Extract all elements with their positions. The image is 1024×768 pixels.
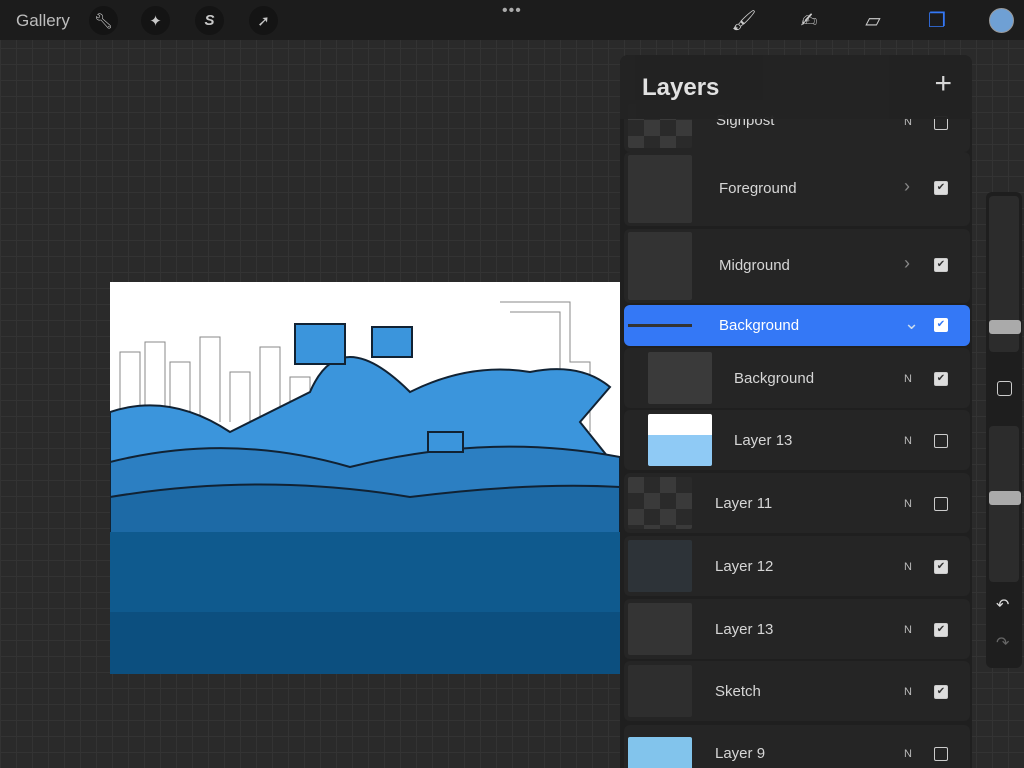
layer-thumbnail [628, 665, 692, 717]
layers-title: Layers [642, 74, 720, 101]
layer-thumbnail [648, 414, 712, 466]
layer-thumbnail [628, 540, 692, 592]
layer-row-layer-13b[interactable]: Layer 13 N ✔ [624, 599, 970, 659]
layer-thumbnail [628, 477, 692, 529]
opacity-handle[interactable] [989, 491, 1021, 505]
blend-mode[interactable]: N [904, 561, 912, 573]
opacity-slider[interactable] [989, 426, 1021, 582]
layer-name: Background [719, 317, 800, 334]
brush-size-slider[interactable] [989, 196, 1021, 352]
layer-group-midground[interactable]: Midground › ✔ [624, 229, 970, 303]
layer-name: Background [734, 370, 815, 387]
blend-mode[interactable]: N [904, 748, 912, 760]
chevron-right-icon[interactable]: › [904, 176, 910, 197]
layer-row-background[interactable]: Background N ✔ [624, 348, 970, 408]
layer-name: Layer 13 [715, 621, 774, 638]
layer-row-layer-9[interactable]: Layer 9 N [624, 725, 970, 768]
visibility-checkbox[interactable]: ✔ [934, 560, 948, 574]
layer-group-background-selected[interactable]: Background ⌄ ✔ [624, 305, 970, 346]
layer-thumbnail [628, 232, 692, 300]
layer-name: Layer 13 [734, 432, 793, 449]
layers-header: Layers + [620, 55, 972, 119]
layer-row-layer-12[interactable]: Layer 12 N ✔ [624, 536, 970, 596]
layer-name: Midground [719, 257, 790, 274]
blend-mode[interactable]: N [904, 498, 912, 510]
blend-mode[interactable]: N [904, 686, 912, 698]
gallery-button[interactable]: Gallery [16, 11, 70, 31]
visibility-checkbox[interactable] [934, 434, 948, 448]
visibility-checkbox[interactable]: ✔ [934, 372, 948, 386]
layer-name: Foreground [719, 180, 797, 197]
visibility-checkbox[interactable]: ✔ [934, 685, 948, 699]
visibility-checkbox[interactable]: ✔ [934, 181, 948, 195]
layer-thumbnail [628, 737, 692, 768]
brush-icon[interactable]: 🖌︎ [730, 6, 758, 34]
smudge-icon[interactable]: ✍︎ [795, 6, 823, 34]
layer-group-foreground[interactable]: Foreground › ✔ [624, 152, 970, 226]
selection-s-icon[interactable]: S [195, 6, 224, 35]
layer-name: Layer 12 [715, 558, 774, 575]
layer-name: Sketch [715, 683, 761, 700]
wrench-icon[interactable]: 🔧︎ [89, 6, 118, 35]
visibility-checkbox[interactable]: ✔ [934, 258, 948, 272]
blend-mode[interactable]: N [904, 435, 912, 447]
layers-panel: Layers + Signpost N Foreground › ✔ Midgr… [620, 55, 972, 768]
layer-thumbnail [628, 324, 692, 327]
eraser-icon[interactable]: ▱ [859, 6, 887, 34]
visibility-checkbox[interactable]: ✔ [934, 318, 948, 332]
magic-wand-icon[interactable]: ✦ [141, 6, 170, 35]
color-picker[interactable] [989, 8, 1014, 33]
more-menu[interactable]: ••• [502, 2, 522, 20]
layers-icon[interactable]: ❐ [923, 6, 951, 34]
redo-button[interactable]: ↷ [996, 633, 1009, 653]
blend-mode[interactable]: N [904, 373, 912, 385]
visibility-checkbox[interactable] [934, 747, 948, 761]
layer-row-sketch[interactable]: Sketch N ✔ [624, 661, 970, 721]
artwork-canvas[interactable] [110, 282, 620, 674]
move-arrow-icon[interactable]: ➚ [249, 6, 278, 35]
add-layer-button[interactable]: + [934, 67, 952, 101]
brush-size-handle[interactable] [989, 320, 1021, 334]
blend-mode[interactable]: N [904, 624, 912, 636]
sidebar: ↶ ↷ [986, 192, 1022, 668]
layer-thumbnail [648, 352, 712, 404]
layer-thumbnail [628, 603, 692, 655]
layer-thumbnail [628, 155, 692, 223]
modify-square-button[interactable] [997, 381, 1012, 396]
chevron-down-icon[interactable]: ⌄ [904, 313, 919, 334]
undo-button[interactable]: ↶ [996, 595, 1009, 615]
visibility-checkbox[interactable]: ✔ [934, 623, 948, 637]
layer-row-layer-11[interactable]: Layer 11 N [624, 473, 970, 533]
top-toolbar: Gallery 🔧︎ ✦ S ➚ ••• 🖌︎ ✍︎ ▱ ❐ [0, 0, 1024, 40]
visibility-checkbox[interactable] [934, 497, 948, 511]
chevron-right-icon[interactable]: › [904, 253, 910, 274]
layer-name: Layer 11 [715, 495, 773, 512]
layer-name: Layer 9 [715, 745, 766, 762]
layer-row-layer-13[interactable]: Layer 13 N [624, 410, 970, 470]
